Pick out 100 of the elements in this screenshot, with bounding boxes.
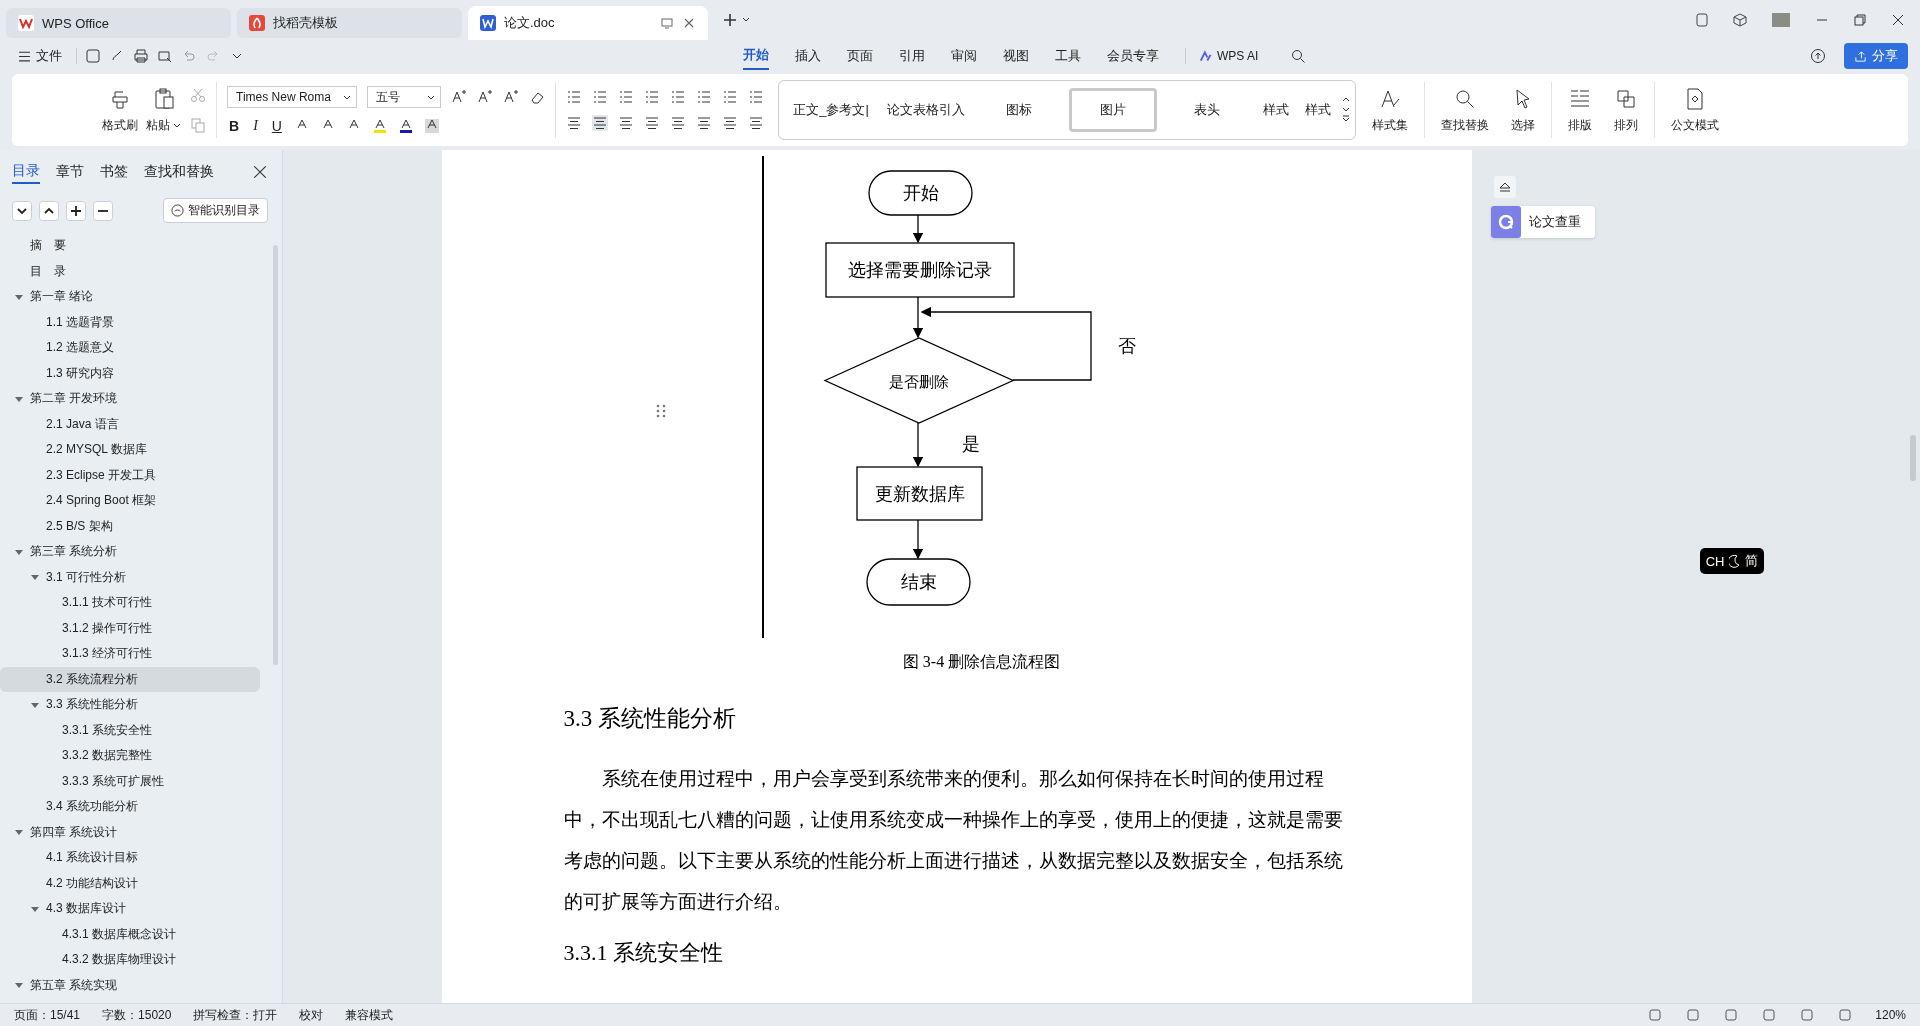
cloud-upload-icon[interactable] (1810, 48, 1826, 64)
toc-item[interactable]: 2.3 Eclipse 开发工具 (0, 462, 260, 488)
new-tab-icon[interactable] (722, 12, 752, 28)
close-icon[interactable] (682, 16, 696, 30)
toc-item[interactable]: 第一章 绪论 (0, 284, 260, 310)
toc-item[interactable]: 第二章 开发环境 (0, 386, 260, 412)
paste-button[interactable]: 粘贴 (146, 86, 182, 134)
toc-item[interactable]: 3.3.1 系统安全性 (0, 717, 260, 743)
sidebar-tab[interactable]: 查找和替换 (144, 161, 214, 183)
toc-item[interactable]: 第五章 系统实现 (0, 972, 260, 998)
restore-icon[interactable] (1852, 12, 1868, 28)
toc-item[interactable]: 3.3 系统性能分析 (0, 692, 260, 718)
format-button[interactable]: U (269, 118, 284, 134)
toc-item[interactable]: 2.4 Spring Boot 框架 (0, 488, 260, 514)
window-tab[interactable]: WPS Office (6, 8, 231, 38)
format-button[interactable]: I (251, 118, 260, 134)
toc-item[interactable]: 目 录 (0, 258, 260, 284)
ai-button[interactable]: WPS AI (1185, 48, 1265, 64)
style-item[interactable]: 图片 (1069, 88, 1157, 132)
toc-item[interactable]: 2.1 Java 语言 (0, 411, 260, 437)
search-icon[interactable] (1290, 48, 1307, 64)
ribbon-tab[interactable]: 视图 (1003, 43, 1029, 69)
toc-item[interactable]: 2.2 MYSQL 数据库 (0, 437, 260, 463)
minus-icon[interactable] (93, 200, 113, 221)
ribbon-tool-button[interactable]: 排列 (1608, 86, 1644, 134)
toc-item[interactable]: 3.1.1 技术可行性 (0, 590, 260, 616)
toc-item[interactable]: 3.1 可行性分析 (0, 564, 260, 590)
style-item[interactable]: 样式 (1299, 88, 1335, 132)
ribbon-tool-button[interactable]: 排版 (1562, 86, 1598, 134)
figure-caption: 图 3-4 删除信息流程图 (902, 652, 1061, 672)
sidebar-tab[interactable]: 章节 (56, 161, 84, 183)
style-item[interactable]: 样式 (1257, 88, 1293, 132)
toc-item[interactable]: 1.2 选题意义 (0, 335, 260, 361)
ribbon-tab[interactable]: 开始 (743, 42, 769, 70)
toc-item[interactable]: 3.3.3 系统可扩展性 (0, 768, 260, 794)
ime-indicator[interactable]: CH 简 (1699, 548, 1764, 574)
save-icon[interactable] (85, 48, 101, 64)
toc-item[interactable]: 1.3 研究内容 (0, 360, 260, 386)
plagiarism-check-button[interactable]: 论文查重 (1490, 206, 1595, 238)
ribbon-tab[interactable]: 引用 (899, 43, 925, 69)
toc-item[interactable]: 3.4 系统功能分析 (0, 794, 260, 820)
toc-item[interactable]: 摘 要 (0, 233, 260, 259)
plus-icon[interactable] (66, 200, 86, 221)
ribbon-tab[interactable]: 插入 (795, 43, 821, 69)
highlighter-icon[interactable] (371, 118, 388, 134)
grow-font-icon[interactable] (451, 89, 467, 105)
font-name-field[interactable]: Times New Roma (227, 86, 357, 108)
ribbon-tab[interactable]: 会员专享 (1107, 43, 1159, 69)
style-item[interactable]: 论文表格引入 (881, 88, 969, 132)
toc-item[interactable]: 4.2 功能结构设计 (0, 870, 260, 896)
scrollbar-thumb[interactable] (1910, 435, 1916, 481)
toc-item[interactable]: 3.1.2 操作可行性 (0, 615, 260, 641)
toc-item[interactable]: 3.2 系统流程分析 (0, 666, 260, 692)
window-tab[interactable]: 论文.doc (468, 6, 708, 40)
toc-item[interactable]: 1.1 选题背景 (0, 309, 260, 335)
collapse-up-icon[interactable] (39, 200, 59, 221)
style-item[interactable]: 正文_参考文| (787, 88, 875, 132)
toc-item[interactable]: 4.3.1 数据库概念设计 (0, 921, 260, 947)
shading-icon[interactable] (423, 118, 440, 134)
zoom-level[interactable]: 120% (1875, 1008, 1906, 1022)
close-icon[interactable] (1890, 12, 1906, 28)
print-icon[interactable] (133, 48, 149, 64)
file-menu[interactable]: 文件 (12, 46, 68, 66)
toc-item[interactable]: 第四章 系统设计 (0, 819, 260, 845)
window-tab[interactable]: 找稻壳模板 (237, 8, 462, 38)
ribbon-tab[interactable]: 工具 (1055, 43, 1081, 69)
ribbon-tool-button[interactable]: 公文模式 (1665, 86, 1725, 134)
smart-toc-button[interactable]: 智能识别目录 (163, 198, 268, 223)
ribbon-tool-button[interactable]: 选择 (1505, 86, 1541, 134)
format-button[interactable]: B (227, 118, 242, 134)
format-painter-button[interactable]: 格式刷 (102, 86, 138, 134)
print-preview-icon[interactable] (157, 48, 173, 64)
share-button[interactable]: 分享 (1844, 43, 1908, 69)
toc-item[interactable]: 3.1.3 经济可行性 (0, 641, 260, 667)
bullet-list-icon[interactable] (566, 89, 582, 105)
toc-item[interactable]: 4.3.2 数据库物理设计 (0, 947, 260, 973)
align-center-icon[interactable] (592, 115, 608, 131)
toc-item[interactable]: 2.5 B/S 架构 (0, 513, 260, 539)
toc-item[interactable]: 4.1 系统设计目标 (0, 845, 260, 871)
toc-item[interactable]: 第三章 系统分析 (0, 539, 260, 565)
toc-item[interactable]: 4.3 数据库设计 (0, 896, 260, 922)
flow-arrow (912, 422, 923, 468)
cube-icon[interactable] (1732, 12, 1748, 28)
font-color-icon[interactable] (397, 118, 414, 134)
ribbon-tab[interactable]: 审阅 (951, 43, 977, 69)
window-cards-icon[interactable] (1694, 12, 1710, 28)
style-item[interactable]: 图标 (975, 88, 1063, 132)
toc-item[interactable]: 3.3.2 数据完整性 (0, 743, 260, 769)
section-heading: 3.3 系统性能分析 (563, 705, 737, 733)
subsection-heading: 3.3.1 系统安全性 (563, 939, 724, 967)
sidebar-tab[interactable]: 目录 (12, 160, 40, 184)
ribbon-tab[interactable]: 页面 (847, 43, 873, 69)
expand-down-icon[interactable] (12, 200, 32, 221)
style-item[interactable]: 表头 (1163, 88, 1251, 132)
font-size-field[interactable]: 五号 (367, 86, 441, 108)
sidebar-tab[interactable]: 书签 (100, 161, 128, 183)
ribbon-tool-button[interactable]: 样式集 (1366, 86, 1414, 134)
ribbon-tool-button[interactable]: 查找替换 (1435, 86, 1495, 134)
close-icon[interactable] (252, 164, 268, 180)
collapse-panel-icon[interactable] (1493, 176, 1516, 198)
